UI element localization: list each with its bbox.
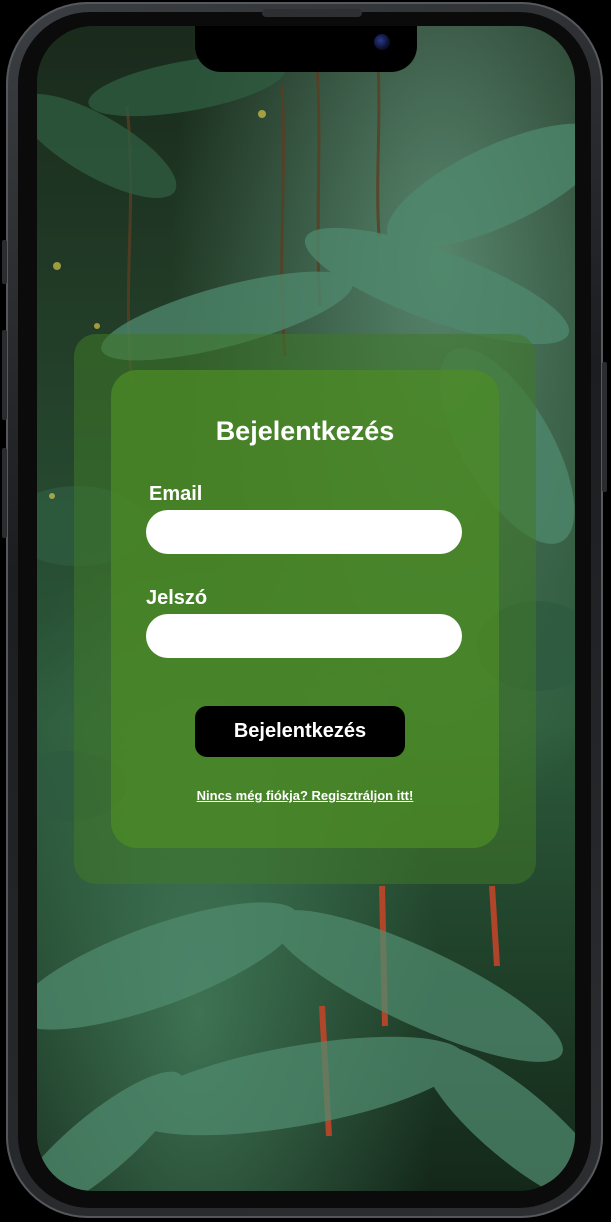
password-field[interactable] bbox=[146, 614, 462, 658]
volume-up-button bbox=[2, 330, 7, 420]
phone-screen: Bejelentkezés Email Jelszó Bejelentkezés… bbox=[37, 26, 575, 1191]
page-title: Bejelentkezés bbox=[215, 416, 395, 446]
register-link[interactable]: Nincs még fiókja? Regisztráljon itt! bbox=[111, 788, 499, 803]
volume-down-button bbox=[2, 448, 7, 538]
mute-switch bbox=[2, 240, 7, 284]
login-button[interactable]: Bejelentkezés bbox=[195, 706, 405, 757]
email-field[interactable] bbox=[146, 510, 462, 554]
password-label: Jelszó bbox=[146, 587, 208, 609]
earpiece-speaker bbox=[262, 9, 362, 17]
power-button bbox=[602, 362, 607, 492]
notch bbox=[195, 26, 417, 72]
email-label: Email bbox=[149, 483, 203, 505]
front-camera-icon bbox=[374, 34, 390, 50]
